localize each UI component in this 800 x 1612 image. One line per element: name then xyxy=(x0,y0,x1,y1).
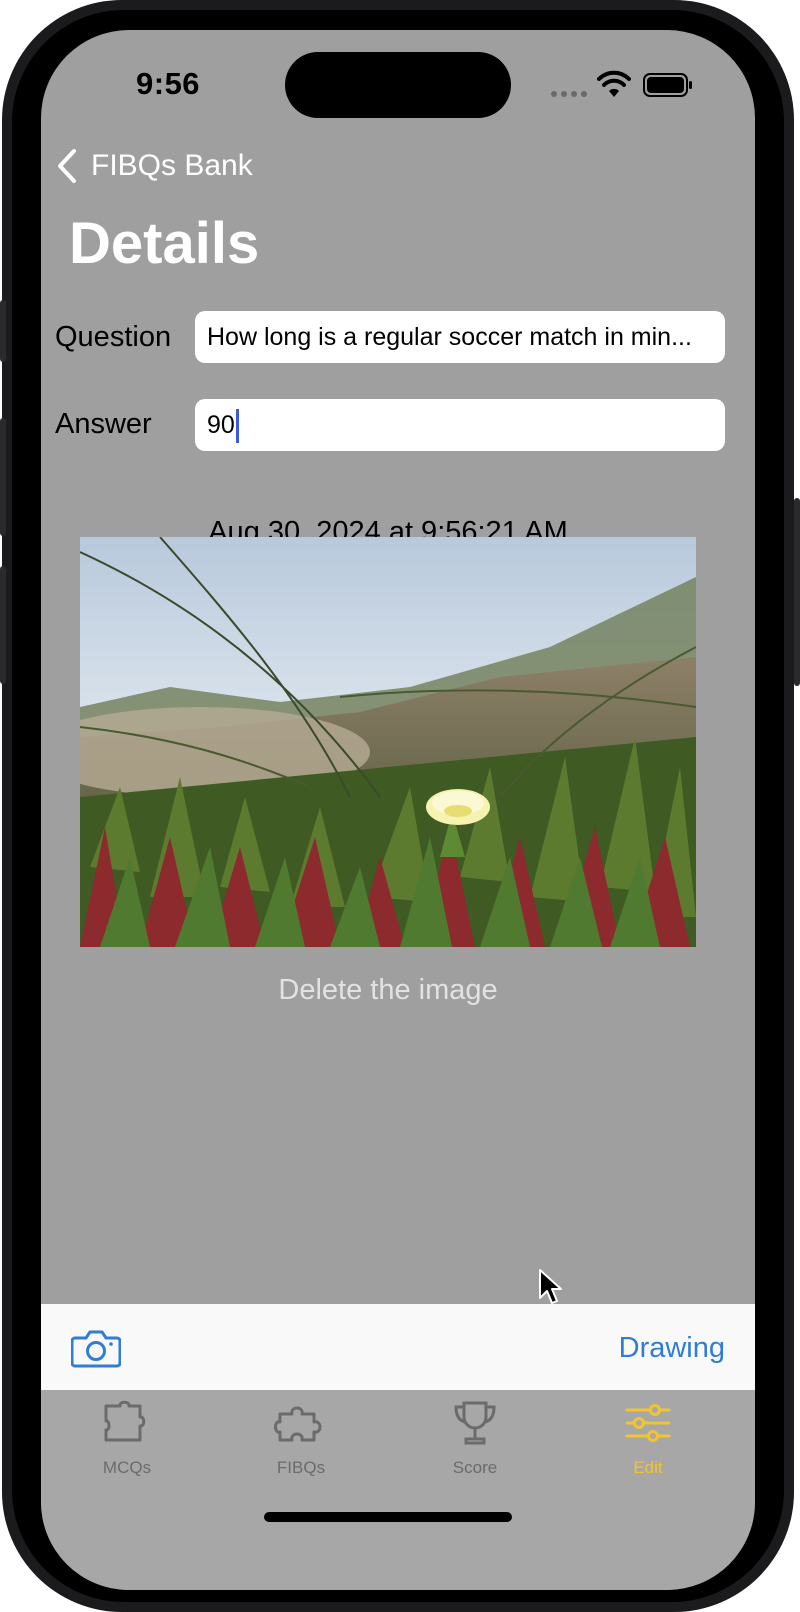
back-button[interactable]: FIBQs Bank xyxy=(55,144,253,188)
camera-icon[interactable] xyxy=(71,1328,121,1368)
sliders-icon xyxy=(625,1404,671,1442)
answer-label: Answer xyxy=(55,408,152,440)
answer-field-value: 90 xyxy=(207,411,235,439)
home-indicator xyxy=(264,1512,512,1522)
tab-edit[interactable]: Edit xyxy=(588,1400,708,1478)
tab-fibqs-label: FIBQs xyxy=(276,1458,326,1477)
mouse-pointer-icon xyxy=(539,1269,562,1304)
chevron-left-icon xyxy=(58,149,76,183)
tab-score[interactable]: Score xyxy=(415,1400,535,1478)
action-button xyxy=(0,300,6,362)
power-button xyxy=(794,498,800,686)
volume-up-button xyxy=(0,418,6,536)
drawing-button[interactable]: Drawing xyxy=(619,1332,725,1365)
dynamic-island xyxy=(285,52,511,118)
delete-image-button[interactable]: Delete the image xyxy=(41,974,735,1007)
signal-icon xyxy=(551,84,591,97)
puzzle-piece-icon xyxy=(104,1400,146,1442)
question-field[interactable]: How long is a regular soccer match in mi… xyxy=(195,311,725,363)
page-title: Details xyxy=(69,211,260,276)
question-field-value: How long is a regular soccer match in mi… xyxy=(207,323,692,351)
text-cursor xyxy=(235,409,239,444)
question-label: Question xyxy=(55,321,172,353)
status-time: 9:56 xyxy=(136,66,201,101)
bottom-toolbar: Drawing xyxy=(41,1304,755,1390)
wifi-icon xyxy=(597,70,631,97)
tab-bar: MCQs FIBQs Score Edit xyxy=(41,1390,755,1590)
tab-mcqs[interactable]: MCQs xyxy=(67,1400,187,1478)
tab-fibqs[interactable]: FIBQs xyxy=(241,1400,361,1478)
puzzle-outline-icon xyxy=(274,1406,322,1442)
battery-icon xyxy=(643,73,692,97)
app-screen: 9:56 FIBQs Bank Details Question How lon… xyxy=(41,30,755,1590)
tab-edit-label: Edit xyxy=(633,1458,663,1477)
answer-field[interactable]: 90 xyxy=(195,399,725,451)
tab-score-label: Score xyxy=(452,1458,498,1477)
back-button-label: FIBQs Bank xyxy=(91,149,253,182)
trophy-icon xyxy=(454,1401,496,1445)
flower-photo xyxy=(80,537,696,947)
volume-down-button xyxy=(0,566,6,684)
tab-mcqs-label: MCQs xyxy=(102,1458,152,1477)
